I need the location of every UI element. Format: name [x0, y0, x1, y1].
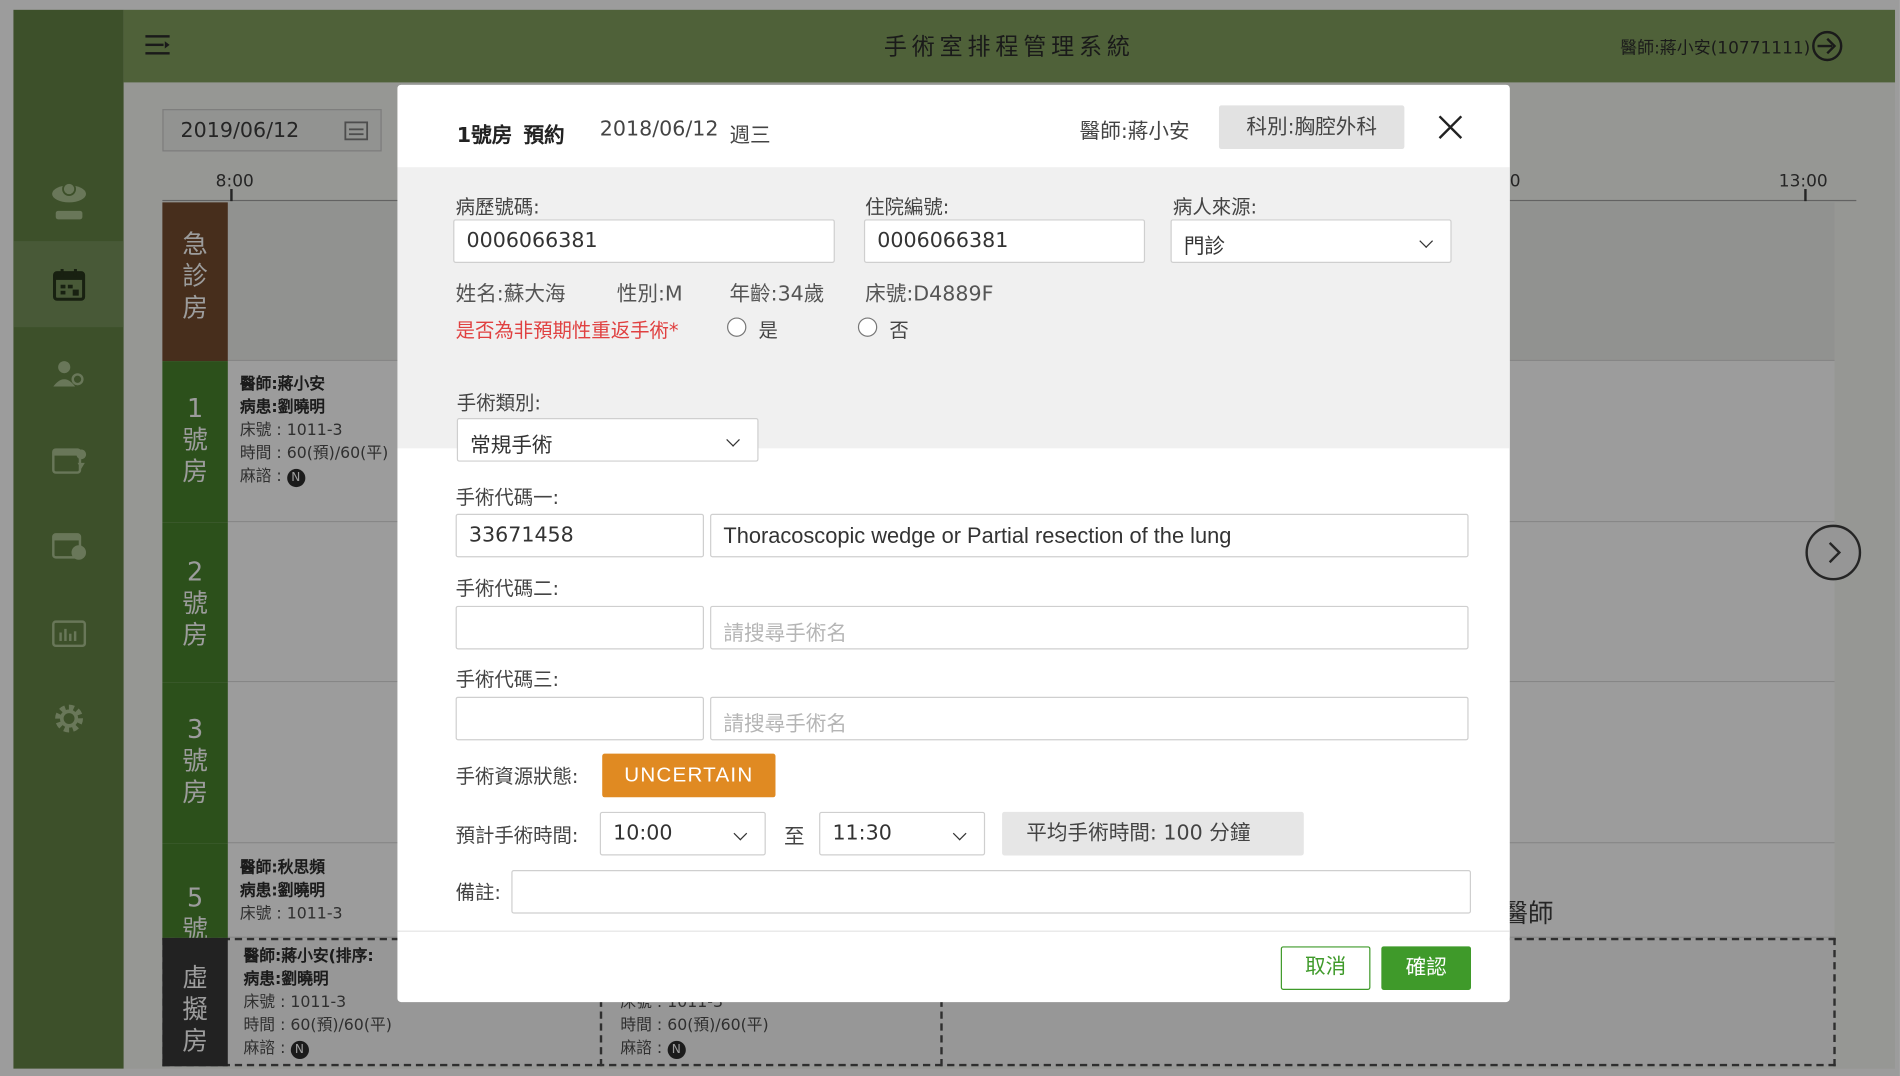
code2-label: 手術代碼二:	[455, 576, 560, 600]
resource-status-badge: UNCERTAIN	[602, 753, 776, 798]
code1-name-input[interactable]: Thoracoscopic wedge or Partial resection…	[710, 513, 1469, 558]
resource-status-label: 手術資源狀態:	[455, 764, 579, 788]
cancel-button[interactable]: 取消	[1280, 946, 1371, 990]
reoperation-yes-radio[interactable]	[727, 317, 747, 337]
surgery-category-select[interactable]: 常規手術	[456, 418, 759, 462]
reoperation-yes-label[interactable]: 是	[759, 314, 778, 343]
start-time-select[interactable]: 10:00	[599, 811, 766, 856]
patient-section: 病歷號碼: 0006066381 住院編號: 0006066381 病人來源: …	[397, 167, 1510, 449]
dialog-header: 1號房 預約 2018/06/12 週三 醫師:蔣小安 科別:胸腔外科	[397, 84, 1510, 168]
end-time-select[interactable]: 11:30	[819, 811, 986, 856]
confirm-button[interactable]: 確認	[1381, 946, 1472, 990]
patient-bed: 床號:D4889F	[865, 282, 994, 307]
close-icon[interactable]	[1436, 113, 1465, 142]
code2-name-input[interactable]: 請搜尋手術名	[710, 605, 1469, 650]
dialog-room: 1號房	[456, 123, 513, 148]
time-to-label: 至	[783, 825, 805, 850]
chart-no-input[interactable]: 0006066381	[453, 219, 835, 263]
code1-label: 手術代碼一:	[455, 485, 560, 509]
reoperation-no-label[interactable]: 否	[889, 314, 908, 343]
surgery-category-label: 手術類別:	[456, 391, 541, 415]
dialog-date: 2018/06/12	[599, 117, 719, 142]
department-badge: 科別:胸腔外科	[1218, 105, 1405, 150]
dialog-footer-divider	[397, 930, 1510, 932]
app-window: 手術室排程管理系統 醫師:蔣小安(10771111) 2019/06/12 8:…	[0, 0, 1900, 1076]
reservation-dialog: 1號房 預約 2018/06/12 週三 醫師:蔣小安 科別:胸腔外科 病歷號碼…	[397, 84, 1510, 1003]
reoperation-question: 是否為非預期性重返手術*	[455, 318, 679, 342]
patient-name: 姓名:蘇大海	[455, 282, 566, 307]
code3-label: 手術代碼三:	[455, 667, 560, 691]
average-time-badge: 平均手術時間: 100 分鐘	[1002, 811, 1304, 856]
source-select[interactable]: 門診	[1170, 219, 1452, 263]
estimated-time-label: 預計手術時間:	[455, 823, 579, 847]
chart-no-label: 病歷號碼:	[455, 195, 540, 219]
dialog-type: 預約	[523, 123, 565, 148]
patient-sex: 性別:M	[616, 282, 683, 307]
dialog-doctor: 醫師:蔣小安	[1079, 119, 1190, 145]
code3-name-input[interactable]: 請搜尋手術名	[710, 696, 1469, 741]
admission-no-label: 住院編號:	[865, 195, 950, 219]
note-input[interactable]	[511, 870, 1472, 914]
reoperation-no-radio[interactable]	[857, 317, 878, 337]
dialog-weekday: 週三	[729, 123, 771, 148]
code1-input[interactable]: 33671458	[455, 513, 704, 558]
admission-no-input[interactable]: 0006066381	[863, 219, 1146, 263]
code3-input[interactable]	[455, 696, 704, 741]
note-label: 備註:	[455, 880, 501, 904]
source-label: 病人來源:	[1172, 195, 1258, 219]
code2-input[interactable]	[455, 605, 704, 650]
patient-age: 年齡:34歲	[729, 282, 825, 307]
